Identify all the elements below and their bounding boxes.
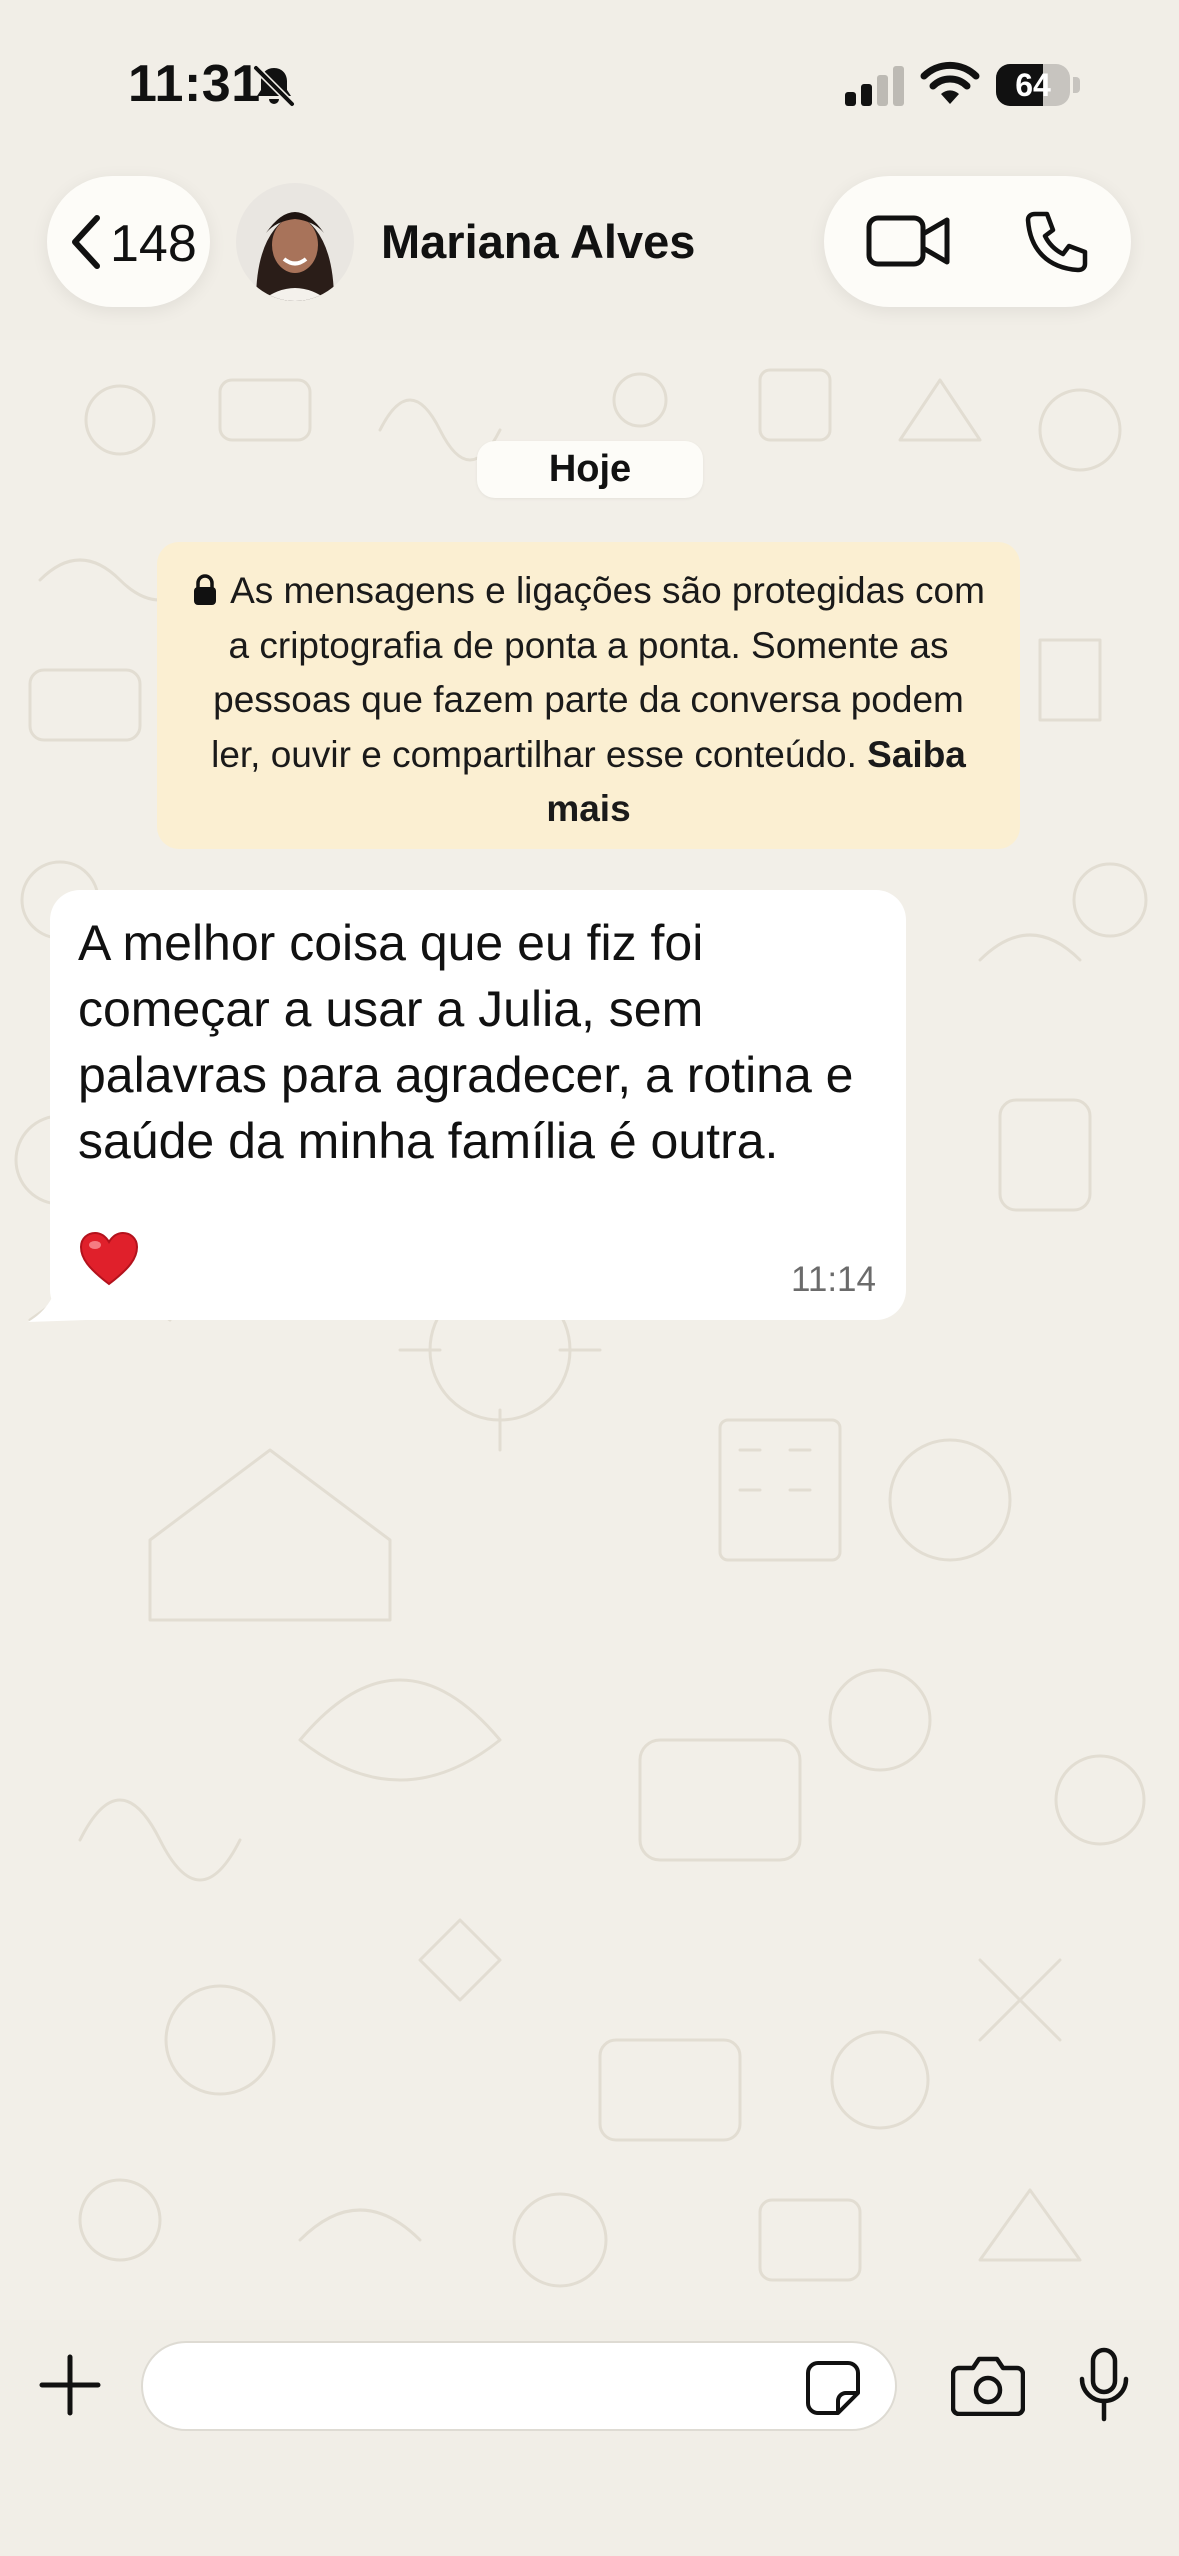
- bell-slash-icon: [253, 65, 295, 107]
- camera-icon[interactable]: [951, 2354, 1025, 2416]
- call-actions: [824, 176, 1131, 307]
- red-heart-icon[interactable]: [78, 1230, 140, 1288]
- sticker-icon[interactable]: [804, 2359, 862, 2417]
- microphone-icon[interactable]: [1077, 2347, 1131, 2423]
- encryption-notice[interactable]: As mensagens e ligações são protegidas c…: [157, 542, 1020, 849]
- lock-icon: [194, 574, 217, 605]
- battery-level: 64: [1015, 67, 1051, 103]
- battery-indicator: 64: [996, 64, 1080, 106]
- date-separator: Hoje: [477, 441, 703, 498]
- message-bubble[interactable]: A melhor coisa que eu fiz foi começar a …: [50, 890, 906, 1320]
- phone-icon[interactable]: [1021, 208, 1089, 276]
- wifi-icon: [920, 61, 980, 104]
- cellular-signal-icon: [845, 66, 904, 106]
- message-input[interactable]: [141, 2341, 897, 2431]
- message-time: 11:14: [791, 1260, 876, 1299]
- message-text: A melhor coisa que eu fiz foi começar a …: [78, 915, 854, 1169]
- contact-name[interactable]: Mariana Alves: [381, 214, 695, 269]
- plus-icon[interactable]: [38, 2353, 102, 2417]
- status-bar: 11:31 64: [0, 0, 1179, 170]
- video-camera-icon[interactable]: [865, 210, 951, 272]
- status-time: 11:31: [128, 55, 261, 113]
- avatar[interactable]: [236, 183, 354, 301]
- input-bar: [0, 2320, 1179, 2556]
- back-button[interactable]: 148: [47, 176, 210, 307]
- chevron-left-icon: [72, 215, 100, 269]
- unread-count: 148: [110, 215, 197, 273]
